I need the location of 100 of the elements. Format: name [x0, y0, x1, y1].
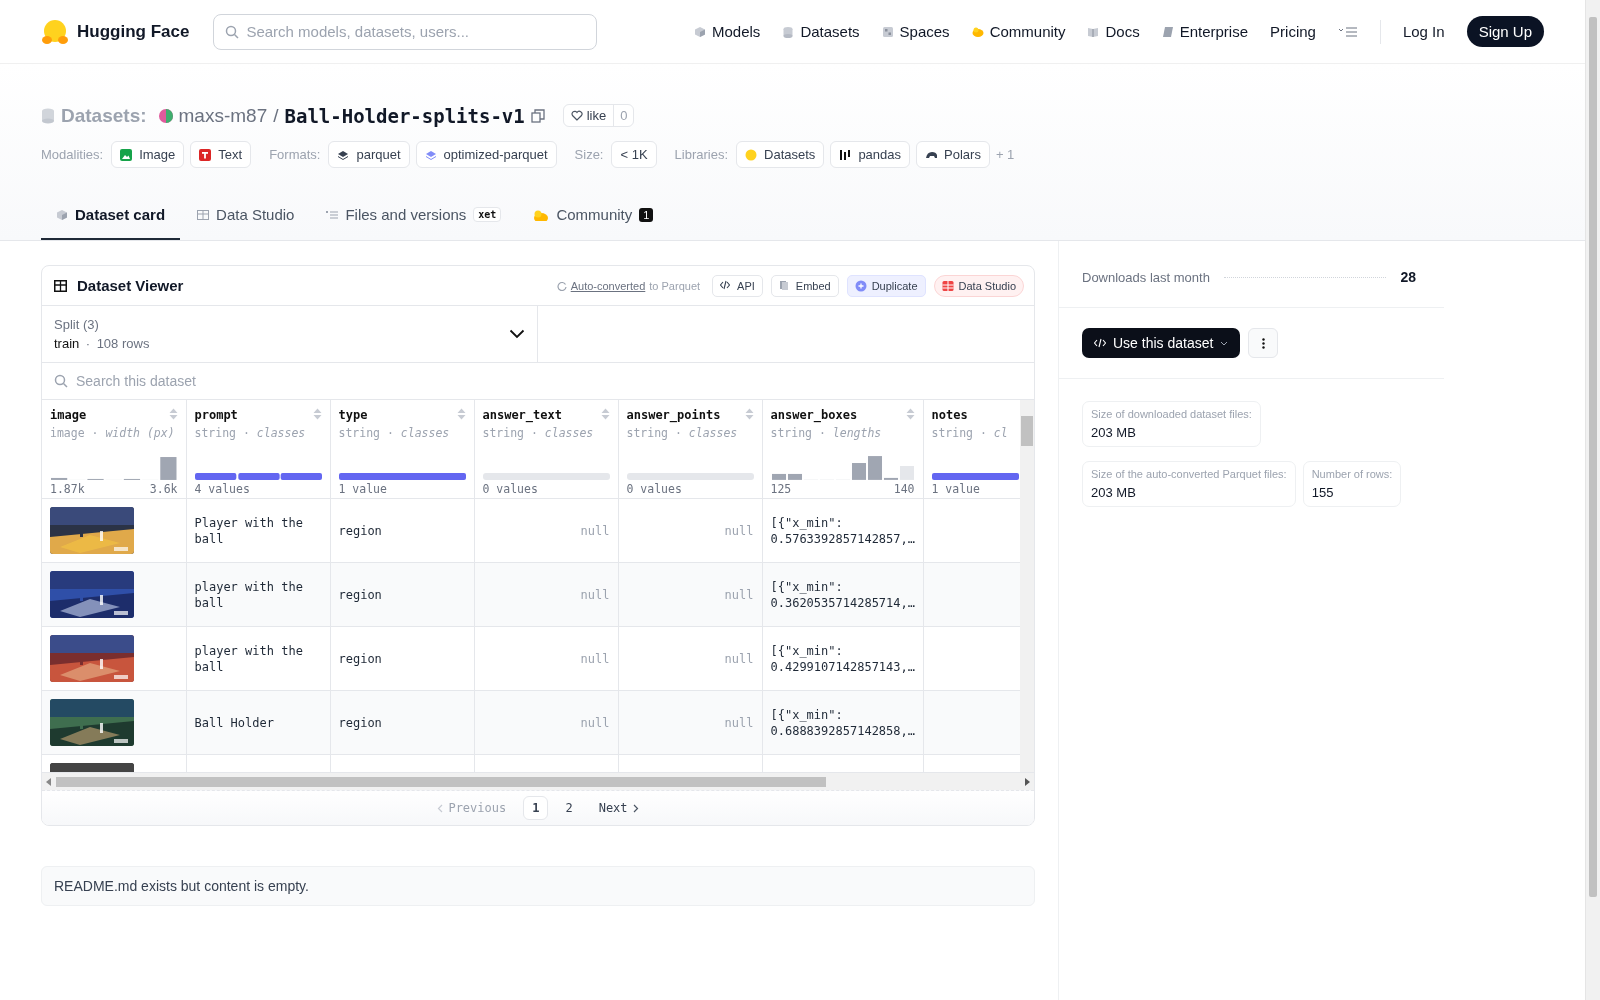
tag[interactable]: < 1K	[611, 141, 657, 168]
column-type: string · lengths	[770, 426, 883, 440]
column-header[interactable]: prompt	[194, 408, 322, 422]
table-cell: null	[724, 587, 754, 602]
sort-icon[interactable]	[905, 408, 915, 420]
kebab-icon	[1261, 337, 1265, 349]
search-icon	[54, 374, 68, 388]
table-cell: null	[724, 523, 754, 538]
column-header[interactable]: notes	[931, 408, 1019, 422]
scrollbar[interactable]	[42, 772, 1034, 790]
table-cell: null	[580, 587, 610, 602]
sort-icon[interactable]	[600, 408, 610, 420]
tag-group-label: Modalities:	[41, 147, 104, 162]
chevron-left-icon	[437, 803, 444, 813]
list-icon	[326, 208, 339, 221]
table-cell: region	[338, 715, 382, 730]
next-button[interactable]: Next	[589, 796, 648, 820]
nav-link[interactable]: Pricing	[1270, 23, 1316, 40]
scrollbar[interactable]	[1020, 400, 1034, 772]
table-cell: null	[580, 715, 610, 730]
tag[interactable]: Text	[190, 141, 252, 168]
table-cell: player with the ball	[194, 643, 303, 674]
table-icon	[197, 208, 210, 221]
search-icon	[225, 24, 240, 39]
dataset-name[interactable]: Ball-Holder-splits-v1	[284, 104, 525, 127]
nav-link[interactable]: Enterprise	[1161, 23, 1249, 40]
table-cell: null	[724, 715, 754, 730]
table-cell: player with the ball	[194, 579, 303, 610]
scroll-left-icon	[46, 777, 52, 786]
column-header[interactable]: answer_text	[482, 408, 610, 422]
tag-group-label: Formats:	[269, 147, 321, 162]
tab[interactable]: Dataset card	[41, 194, 181, 240]
scrollbar[interactable]	[1585, 0, 1600, 1000]
sort-icon[interactable]	[456, 408, 466, 420]
copy-icon[interactable]	[530, 108, 545, 123]
value-count: 4 values	[194, 482, 250, 496]
tab[interactable]: Data Studio	[182, 194, 310, 240]
tag[interactable]: Polars	[916, 141, 990, 168]
sort-icon[interactable]	[312, 408, 322, 420]
value-count: 0 values	[626, 482, 682, 496]
tab[interactable]: Community 1	[518, 194, 669, 240]
action-button[interactable]: Data Studio	[933, 274, 1024, 297]
tag[interactable]: Image	[111, 141, 185, 168]
page-button[interactable]: 2	[556, 796, 582, 820]
tag-group-label: Libraries:	[674, 147, 729, 162]
plus-circle-icon	[854, 279, 867, 292]
tag[interactable]: optimized-parquet	[415, 141, 557, 168]
nav-link[interactable]: Docs	[1087, 23, 1140, 40]
use-dataset-button[interactable]: Use this dataset	[1082, 328, 1241, 358]
axis-label: 140	[893, 482, 915, 496]
table-cell: null	[580, 651, 610, 666]
stat-label: Size of downloaded dataset files:	[1091, 408, 1252, 420]
readme-notice: README.md exists but content is empty.	[41, 866, 1035, 906]
like-button[interactable]: like	[563, 105, 615, 126]
separator-dot: ·	[85, 336, 91, 351]
nav-link[interactable]: Spaces	[881, 23, 950, 40]
code-icon	[1094, 338, 1106, 348]
stat-label: Number of rows:	[1311, 468, 1393, 480]
tab[interactable]: Files and versions xet	[311, 194, 517, 240]
grid-icon	[881, 25, 894, 38]
split-label: Split (3)	[54, 317, 100, 332]
nav-link[interactable]: Models	[694, 23, 761, 40]
column-type: image · width (px)	[50, 426, 176, 440]
tag[interactable]: Datasets	[736, 141, 825, 168]
split-dropdown[interactable]: Split (3) train · 108 rows	[42, 306, 538, 362]
tag[interactable]: pandas	[830, 141, 911, 168]
auto-converted-link[interactable]: Auto-converted	[570, 279, 646, 292]
action-button[interactable]: Duplicate	[846, 274, 926, 297]
login-link[interactable]: Log In	[1402, 23, 1445, 40]
logo-icon	[41, 18, 69, 45]
page-button[interactable]: 1	[523, 796, 549, 820]
cube-icon	[56, 208, 68, 221]
bars-icon	[839, 148, 853, 161]
split-value: train	[54, 336, 80, 351]
sort-icon[interactable]	[168, 408, 178, 420]
column-header[interactable]: answer_points	[626, 408, 754, 422]
stat-value: 203 MB	[1091, 425, 1137, 440]
action-button[interactable]: Embed	[770, 274, 839, 297]
signup-button[interactable]: Sign Up	[1466, 16, 1544, 47]
nav-link[interactable]: Community	[971, 23, 1066, 40]
column-header[interactable]: image	[50, 408, 178, 422]
table-cell: [{"x_min": 0.6888392857142858,…	[770, 707, 915, 738]
owner-link[interactable]: maxs-m87	[178, 104, 268, 127]
brand-name[interactable]: Hugging Face	[77, 21, 190, 42]
column-header[interactable]: type	[338, 408, 466, 422]
column-type: string · classes	[194, 426, 307, 440]
menu-icon[interactable]	[1337, 25, 1358, 38]
column-header[interactable]: answer_boxes	[770, 408, 915, 422]
table-cell: [{"x_min": 0.4299107142857143,…	[770, 643, 915, 674]
caret-icon	[1220, 340, 1229, 346]
table-cell: null	[724, 651, 754, 666]
chevron-down-icon	[509, 329, 525, 339]
more-options-button[interactable]	[1248, 328, 1279, 358]
nav-link[interactable]: Datasets	[782, 23, 860, 40]
action-button[interactable]: API	[712, 274, 763, 297]
search-field[interactable]: Search models, datasets, users...	[213, 13, 598, 50]
chevron-right-icon	[632, 803, 639, 813]
table-cell: Ball Holder	[194, 715, 274, 730]
sort-icon[interactable]	[744, 408, 754, 420]
tag[interactable]: parquet	[328, 141, 410, 168]
